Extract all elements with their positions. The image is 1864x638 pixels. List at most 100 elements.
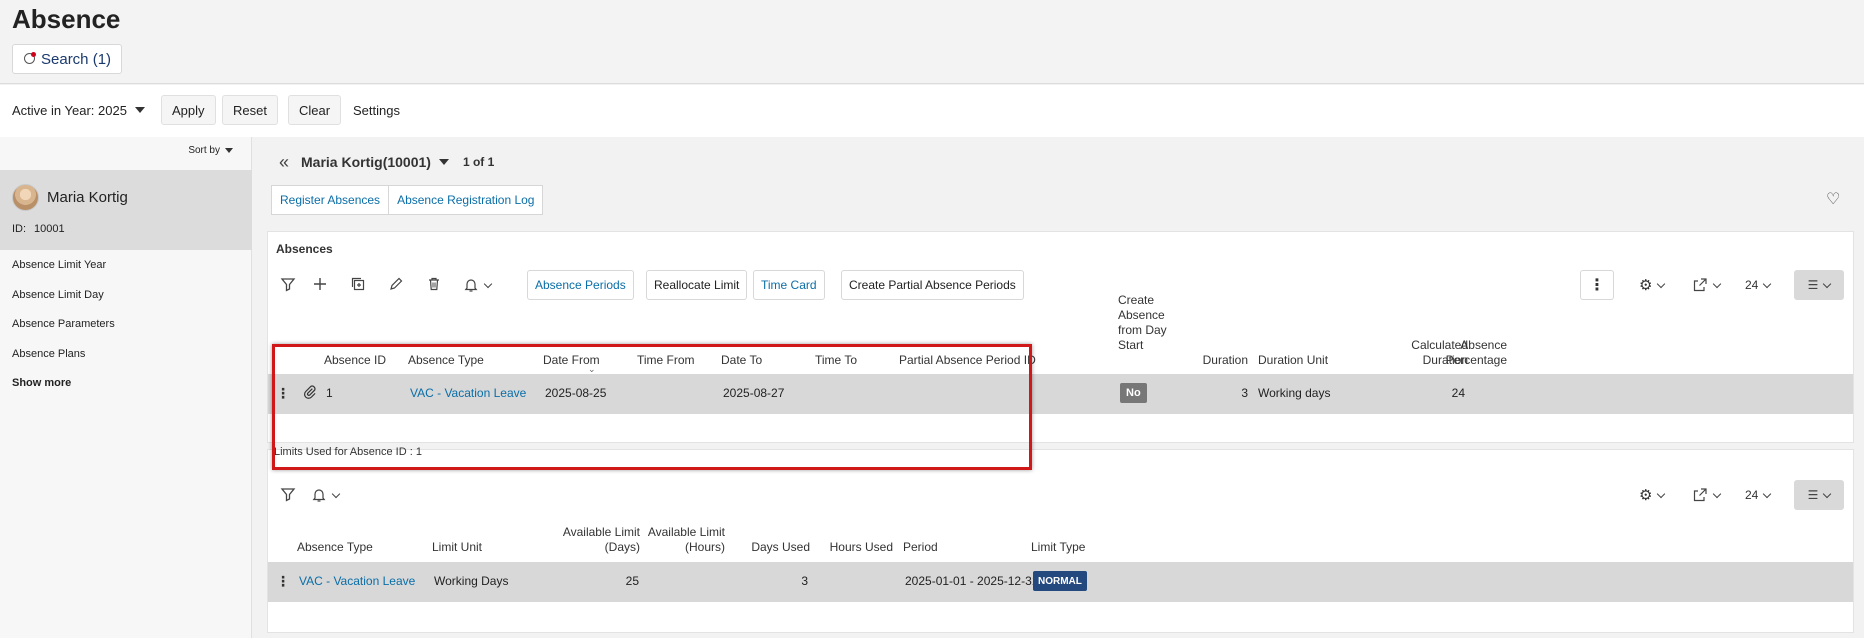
export-menu[interactable] [1692,270,1722,300]
create-partial-absence-periods-button[interactable]: Create Partial Absence Periods [841,270,1024,300]
cell-absence-type-link[interactable]: VAC - Vacation Leave [299,574,415,588]
col-date-from[interactable]: Date From ⌄ [543,353,600,374]
more-options-icon[interactable]: ⋮ [1580,270,1614,300]
person-card[interactable]: Maria Kortig ID: 10001 [0,170,252,250]
filter-icon[interactable] [279,276,297,294]
add-icon[interactable] [311,276,329,294]
chevron-down-icon [1712,489,1722,498]
attachment-paperclip-icon[interactable] [302,384,317,402]
col-limit-unit[interactable]: Limit Unit [432,540,482,555]
col-time-to[interactable]: Time To [815,353,857,368]
tab-bar: Register Absences Absence Registration L… [271,185,544,215]
col-create-line1: Create [1118,293,1155,307]
row-menu-icon[interactable]: ⋮ [276,573,290,590]
settings-link[interactable]: Settings [353,95,400,125]
record-name[interactable]: Maria Kortig(10001) [301,154,431,170]
col-available-limit-hours[interactable]: Available Limit (Hours) [629,525,725,555]
chevron-down-icon [483,279,493,288]
col-create-line2: Absence [1118,308,1165,322]
col-available-limit-days[interactable]: Available Limit (Days) [544,525,640,555]
chevron-down-icon [1823,489,1832,498]
sort-by-dropdown[interactable]: Sort by [188,145,233,156]
export-menu[interactable] [1692,480,1722,510]
tab-absence-registration-log[interactable]: Absence Registration Log [389,185,544,215]
cell-date-to: 2025-08-27 [723,386,785,400]
sidebar-link-absence-limit-year[interactable]: Absence Limit Year [12,259,106,271]
table-settings-menu[interactable]: ⚙ [1639,270,1666,300]
table-row[interactable]: ⋮ VAC - Vacation Leave Working Days 25 3… [268,562,1853,602]
page-size-select[interactable]: 24 [1745,480,1772,510]
search-label: Search (1) [41,50,112,68]
chevron-down-icon [1763,489,1772,498]
sort-by-label: Sort by [188,145,220,156]
col-avail-days-line1: Available Limit [562,525,640,539]
absence-periods-button[interactable]: Absence Periods [527,270,634,300]
cell-duration-unit: Working days [1258,386,1331,400]
heart-icon[interactable]: ♡ [1826,189,1842,208]
edit-pencil-icon[interactable] [387,276,405,294]
filter-bar: Active in Year: 2025 Apply Reset Clear S… [0,85,1864,137]
cell-limit-unit: Working Days [434,574,509,588]
sidebar-link-absence-plans[interactable]: Absence Plans [12,348,85,360]
col-period[interactable]: Period [903,540,938,555]
double-chevron-left-icon[interactable]: « [279,152,289,173]
absences-toolbar: Absence Periods Reallocate Limit Time Ca… [268,268,1853,302]
col-duration[interactable]: Duration [1168,353,1248,368]
page-header: Absence Search (1) [0,0,1864,84]
duplicate-icon[interactable] [349,276,367,294]
reallocate-limit-button[interactable]: Reallocate Limit [646,270,748,300]
active-year-dropdown[interactable]: Active in Year: 2025 [12,95,145,125]
caret-down-icon [225,148,233,153]
view-mode-menu[interactable]: ☰ [1794,480,1844,510]
clear-button[interactable]: Clear [288,95,342,125]
cell-absence-type-link[interactable]: VAC - Vacation Leave [410,386,526,400]
page-title: Absence [12,4,121,34]
col-calculated-line2: Duration [1422,353,1468,367]
bell-icon [312,489,326,502]
main-content: « Maria Kortig(10001) 1 of 1 Register Ab… [253,137,1864,638]
delete-trash-icon[interactable] [425,276,443,294]
reset-button[interactable]: Reset [222,95,278,125]
col-absence-id[interactable]: Absence ID [324,353,386,368]
search-button[interactable]: Search (1) [12,44,123,74]
col-duration-unit[interactable]: Duration Unit [1258,353,1328,368]
col-days-used[interactable]: Days Used [730,540,810,555]
person-id-label: ID: [12,223,27,235]
caret-down-icon[interactable] [438,159,449,165]
col-absence-type[interactable]: Absence Type [408,353,484,368]
page-size-select[interactable]: 24 [1745,270,1772,300]
chevron-down-icon [1657,279,1666,288]
col-hours-used[interactable]: Hours Used [813,540,893,555]
sidebar-link-absence-parameters[interactable]: Absence Parameters [12,318,115,330]
col-time-from[interactable]: Time From [637,353,695,368]
sidebar: Sort by Maria Kortig ID: 10001 Absence L… [0,137,252,638]
notification-bell-menu[interactable] [463,276,503,294]
tab-register-absences[interactable]: Register Absences [271,185,390,215]
table-row[interactable]: ⋮ 1 VAC - Vacation Leave 2025-08-25 2025… [268,374,1853,414]
filter-icon[interactable] [279,486,297,504]
col-calculated-duration[interactable]: Calculated Duration [1368,338,1468,368]
col-partial-absence-period-id[interactable]: Partial Absence Period ID [899,353,1036,368]
col-create-absence-from-day-start[interactable]: Create Absence from Day Start [1118,293,1167,353]
table-settings-menu[interactable]: ⚙ [1639,480,1666,510]
row-menu-icon[interactable]: ⋮ [276,385,290,402]
person-name: Maria Kortig [47,189,128,206]
limits-title: Limits Used for Absence ID : 1 [274,446,422,458]
col-avail-hours-line1: Available Limit [647,525,725,539]
col-limit-type[interactable]: Limit Type [1031,540,1085,555]
cell-absence-id: 1 [326,386,333,400]
col-date-to[interactable]: Date To [721,353,762,368]
time-card-button[interactable]: Time Card [753,270,825,300]
show-more-link[interactable]: Show more [12,377,71,389]
chevron-down-icon [1712,279,1722,288]
chevron-down-icon [331,489,341,498]
bell-icon [464,279,478,292]
gear-icon: ⚙ [1639,487,1653,504]
chevron-down-icon [1763,279,1772,288]
apply-button[interactable]: Apply [161,95,216,125]
view-mode-menu[interactable]: ☰ [1794,270,1844,300]
col-absence-type[interactable]: Absence Type [297,540,373,555]
page-size-value: 24 [1745,278,1759,292]
notification-bell-menu[interactable] [311,486,351,504]
sidebar-link-absence-limit-day[interactable]: Absence Limit Day [12,289,104,301]
